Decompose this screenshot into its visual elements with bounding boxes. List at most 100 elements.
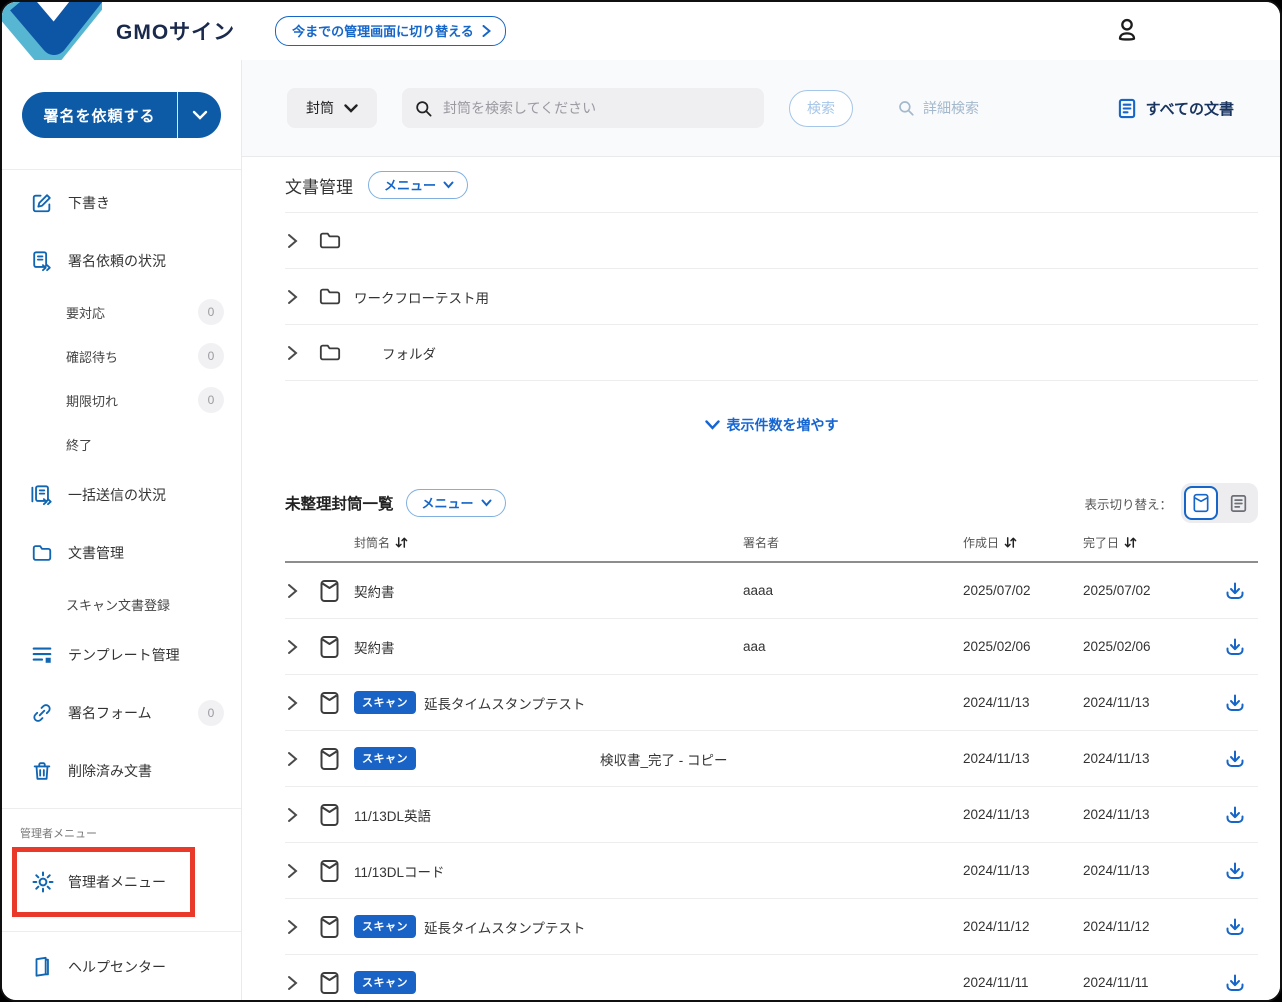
expand-chevron-icon[interactable] bbox=[285, 583, 319, 599]
sidebar-item-help-center[interactable]: ヘルプセンター bbox=[2, 938, 241, 996]
envelope-icon bbox=[319, 747, 354, 771]
download-icon bbox=[1225, 917, 1245, 937]
folder-row[interactable]: フォルダ bbox=[285, 325, 1258, 381]
signer-cell: aaa bbox=[743, 639, 963, 654]
envelope-icon bbox=[319, 971, 354, 995]
table-row[interactable]: 契約書 aaa 2025/02/06 2025/02/06 bbox=[285, 619, 1258, 675]
folder-icon bbox=[319, 231, 354, 250]
sidebar-item-admin-menu[interactable]: 管理者メニュー bbox=[17, 852, 190, 912]
folder-icon bbox=[319, 343, 354, 362]
count-badge: 0 bbox=[198, 343, 224, 369]
download-button[interactable] bbox=[1220, 800, 1250, 830]
expand-chevron-icon[interactable] bbox=[285, 919, 319, 935]
download-icon bbox=[1225, 581, 1245, 601]
sidebar-item-signature-form[interactable]: 署名フォーム 0 bbox=[2, 684, 241, 742]
sidebar-item-deleted-documents[interactable]: 削除済み文書 bbox=[2, 742, 241, 800]
sidebar-item-expired[interactable]: 期限切れ 0 bbox=[2, 378, 241, 422]
count-badge: 0 bbox=[198, 299, 224, 325]
sidebar-item-scan-document-registration[interactable]: スキャン文書登録 bbox=[2, 582, 241, 626]
completed-date-cell: 2024/11/13 bbox=[1083, 863, 1220, 878]
gmo-sign-logo-mark-icon bbox=[2, 2, 102, 60]
chevron-down-icon bbox=[344, 104, 358, 113]
search-input[interactable] bbox=[443, 100, 752, 116]
expand-chevron-icon[interactable] bbox=[285, 695, 319, 711]
view-toggle-group bbox=[1181, 483, 1258, 523]
advanced-search-button[interactable]: 詳細検索 bbox=[897, 98, 979, 118]
show-more-button[interactable]: 表示件数を増やす bbox=[705, 415, 839, 435]
download-button[interactable] bbox=[1220, 632, 1250, 662]
table-row[interactable]: スキャン 検収書_完了 - コピー 2024/11/13 2024/11/13 bbox=[285, 731, 1258, 787]
envelope-list-menu-button[interactable]: メニュー bbox=[406, 489, 506, 517]
sidebar-divider bbox=[2, 808, 241, 809]
envelope-icon bbox=[319, 915, 354, 939]
download-button[interactable] bbox=[1220, 856, 1250, 886]
completed-date-cell: 2024/11/13 bbox=[1083, 751, 1220, 766]
download-button[interactable] bbox=[1220, 576, 1250, 606]
sidebar-item-drafts[interactable]: 下書き bbox=[2, 174, 241, 232]
user-account-button[interactable] bbox=[1112, 16, 1142, 46]
expand-chevron-icon[interactable] bbox=[285, 751, 319, 767]
gear-icon bbox=[31, 870, 55, 894]
column-header-envelope-name[interactable]: 封筒名 bbox=[354, 534, 743, 551]
signer-cell: aaaa bbox=[743, 583, 963, 598]
table-row[interactable]: スキャン 2024/11/11 2024/11/11 bbox=[285, 955, 1258, 1000]
download-icon bbox=[1225, 693, 1245, 713]
download-button[interactable] bbox=[1220, 688, 1250, 718]
envelope-icon bbox=[319, 691, 354, 715]
download-button[interactable] bbox=[1220, 968, 1250, 998]
search-button[interactable]: 検索 bbox=[789, 90, 853, 127]
all-documents-button[interactable]: すべての文書 bbox=[1118, 98, 1234, 119]
expand-chevron-icon[interactable] bbox=[285, 807, 319, 823]
sidebar-item-finished[interactable]: 終了 bbox=[2, 422, 241, 466]
folder-row[interactable]: ワークフローテスト用 bbox=[285, 269, 1258, 325]
book-icon bbox=[30, 955, 54, 979]
document-management-title: 文書管理 bbox=[285, 173, 353, 198]
sort-icon[interactable] bbox=[1004, 536, 1017, 549]
envelope-view-toggle-button[interactable] bbox=[1184, 486, 1218, 520]
sidebar: 署名を依頼する 下書き 署名依頼の状況 bbox=[2, 60, 242, 1000]
envelope-icon bbox=[319, 859, 354, 883]
download-button[interactable] bbox=[1220, 744, 1250, 774]
sort-icon[interactable] bbox=[395, 536, 408, 549]
sidebar-item-signature-request-status[interactable]: 署名依頼の状況 bbox=[2, 232, 241, 290]
content-panel: 文書管理 メニュー ワークフローテスト用 bbox=[242, 157, 1280, 1000]
sidebar-item-document-management[interactable]: 文書管理 bbox=[2, 524, 241, 582]
expand-chevron-icon[interactable] bbox=[285, 289, 319, 305]
table-row[interactable]: スキャン 延長タイムスタンプテスト 2024/11/12 2024/11/12 bbox=[285, 899, 1258, 955]
envelope-name: 契約書 bbox=[354, 637, 395, 657]
search-type-selector[interactable]: 封筒 bbox=[287, 88, 377, 128]
column-header-completed[interactable]: 完了日 bbox=[1083, 534, 1220, 551]
table-row[interactable]: 契約書 aaaa 2025/07/02 2025/07/02 bbox=[285, 563, 1258, 619]
sidebar-item-action-required[interactable]: 要対応 0 bbox=[2, 290, 241, 334]
sort-icon[interactable] bbox=[1124, 536, 1137, 549]
sidebar-item-bulk-send-status[interactable]: 一括送信の状況 bbox=[2, 466, 241, 524]
download-button[interactable] bbox=[1220, 912, 1250, 942]
download-icon bbox=[1225, 749, 1245, 769]
expand-chevron-icon[interactable] bbox=[285, 345, 319, 361]
expand-chevron-icon[interactable] bbox=[285, 975, 319, 991]
folder-name: ワークフローテスト用 bbox=[354, 287, 1258, 307]
request-signature-dropdown-button[interactable] bbox=[177, 92, 221, 138]
sidebar-item-awaiting-confirmation[interactable]: 確認待ち 0 bbox=[2, 334, 241, 378]
trash-icon bbox=[30, 759, 54, 783]
envelope-table-body: 契約書 aaaa 2025/07/02 2025/07/02 契約書 aaa 2… bbox=[285, 563, 1258, 1000]
download-icon bbox=[1225, 805, 1245, 825]
expand-chevron-icon[interactable] bbox=[285, 233, 319, 249]
table-row[interactable]: 11/13DLコード 2024/11/13 2024/11/13 bbox=[285, 843, 1258, 899]
expand-chevron-icon[interactable] bbox=[285, 863, 319, 879]
sidebar-item-template-management[interactable]: テンプレート管理 bbox=[2, 626, 241, 684]
envelope-name: 延長タイムスタンプテスト bbox=[424, 693, 585, 713]
table-row[interactable]: 11/13DL英語 2024/11/13 2024/11/13 bbox=[285, 787, 1258, 843]
folder-row[interactable] bbox=[285, 213, 1258, 269]
search-bar: 封筒 検索 詳細検索 すべての文書 bbox=[242, 60, 1280, 157]
expand-chevron-icon[interactable] bbox=[285, 639, 319, 655]
switch-admin-screen-button[interactable]: 今までの管理画面に切り替える bbox=[275, 16, 506, 46]
document-management-menu-button[interactable]: メニュー bbox=[368, 171, 468, 199]
list-view-toggle-button[interactable] bbox=[1221, 486, 1255, 520]
column-header-created[interactable]: 作成日 bbox=[963, 534, 1083, 551]
unorganized-envelopes-title: 未整理封筒一覧 bbox=[285, 492, 394, 514]
table-row[interactable]: スキャン 延長タイムスタンプテスト 2024/11/13 2024/11/13 bbox=[285, 675, 1258, 731]
request-signature-button[interactable]: 署名を依頼する bbox=[22, 92, 177, 138]
folder-list: ワークフローテスト用 フォルダ bbox=[285, 212, 1258, 381]
envelope-icon bbox=[319, 635, 354, 659]
